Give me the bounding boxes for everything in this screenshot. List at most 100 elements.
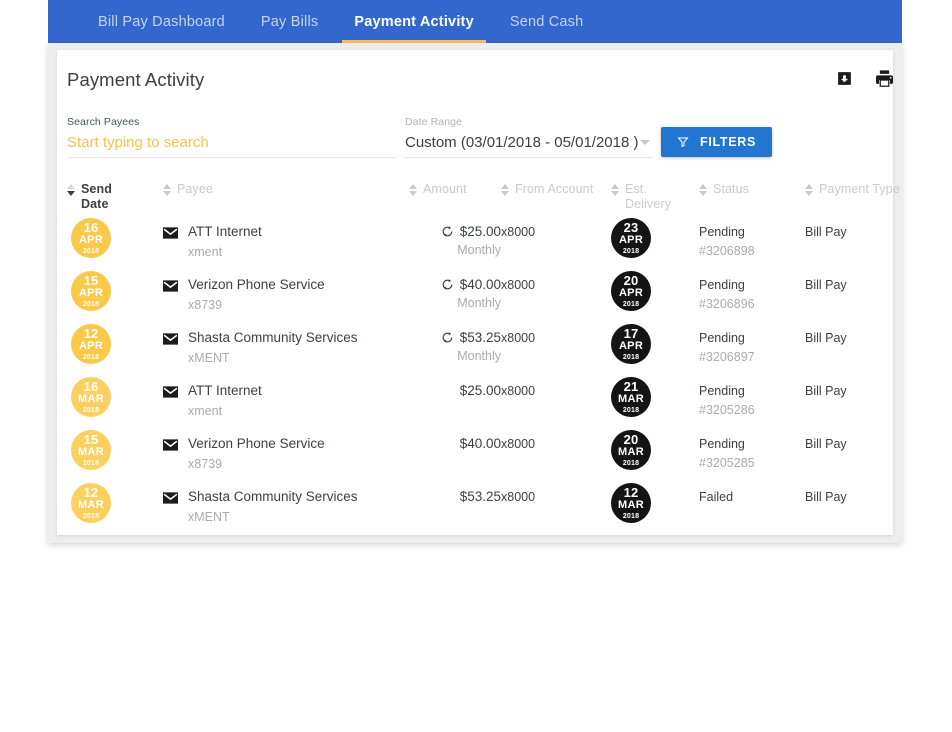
- sort-arrows-icon[interactable]: [163, 184, 171, 196]
- badge-month: APR: [618, 340, 644, 352]
- from-account-cell: x8000: [501, 214, 611, 239]
- sort-arrows-icon[interactable]: [611, 184, 619, 196]
- status-cell: Pending #3205285: [699, 426, 805, 470]
- recurring-icon: [441, 278, 454, 291]
- download-icon[interactable]: [836, 70, 853, 87]
- payee-cell: Shasta Community Services xMENT: [163, 320, 409, 366]
- from-account-value: x8000: [501, 225, 536, 239]
- table-header-row: Send Date Payee Amount From Account Est. D…: [67, 178, 900, 214]
- nav-item-pay-bills[interactable]: Pay Bills: [249, 0, 330, 43]
- date-range-field[interactable]: Date Range Custom (03/01/2018 - 05/01/20…: [405, 116, 652, 158]
- badge-day: 17: [623, 326, 639, 341]
- column-header-label: Status: [713, 182, 750, 196]
- badge-day: 12: [83, 326, 99, 341]
- status-badge: Pending: [699, 384, 745, 398]
- payment-type-value: Bill Pay: [805, 384, 847, 398]
- status-badge: Pending: [699, 278, 745, 292]
- column-header-amount[interactable]: Amount: [409, 182, 501, 197]
- badge-day: 16: [83, 379, 99, 394]
- column-header-send-date[interactable]: Send Date: [67, 182, 163, 212]
- badge-day: 12: [623, 485, 639, 500]
- badge-day: 20: [623, 432, 639, 447]
- nav-item-bill-pay-dashboard[interactable]: Bill Pay Dashboard: [86, 0, 237, 43]
- envelope-icon: [163, 332, 178, 366]
- recurring-icon: [441, 225, 454, 238]
- search-input[interactable]: Start typing to search: [67, 134, 395, 151]
- send-date-badge: 15 APR 2018: [71, 271, 111, 311]
- date-range-label: Date Range: [405, 116, 463, 128]
- amount-value: $53.25: [459, 330, 501, 345]
- search-payees-field[interactable]: Search Payees Start typing to search: [67, 116, 395, 158]
- badge-day: 20: [623, 273, 639, 288]
- sort-arrows-icon[interactable]: [409, 184, 417, 196]
- sort-arrows-icon[interactable]: [501, 184, 509, 196]
- from-account-cell: x8000: [501, 479, 611, 504]
- badge-year: 2018: [82, 248, 100, 255]
- envelope-icon: [163, 279, 178, 313]
- print-icon[interactable]: [875, 70, 894, 87]
- est-delivery-cell: 23 APR 2018: [611, 214, 699, 258]
- from-account-cell: x8000: [501, 320, 611, 345]
- payee-account: xMENT: [188, 509, 230, 524]
- from-account-cell: x8000: [501, 373, 611, 398]
- from-account-value: x8000: [501, 278, 536, 292]
- from-account-cell: x8000: [501, 267, 611, 292]
- payee-account: xment: [188, 403, 223, 418]
- filters-button[interactable]: FILTERS: [661, 127, 773, 157]
- payee-cell: ATT Internet xment: [163, 214, 409, 260]
- table-row[interactable]: 16 APR 2018 ATT Internet xment $25.00 Monthly x…: [67, 214, 883, 267]
- payment-type-value: Bill Pay: [805, 278, 847, 292]
- column-header-status[interactable]: Status: [699, 182, 805, 197]
- column-header-label: Payee: [177, 182, 213, 196]
- table-row[interactable]: 12 MAR 2018 Shasta Community Services xMENT $…: [67, 479, 883, 532]
- payment-type-value: Bill Pay: [805, 490, 847, 504]
- status-badge: Failed: [699, 490, 734, 504]
- badge-day: 16: [83, 220, 99, 235]
- sort-arrows-icon[interactable]: [699, 184, 707, 196]
- confirmation-number: #3205286: [699, 403, 755, 417]
- search-underline: [67, 157, 395, 158]
- column-header-from-account[interactable]: From Account: [501, 182, 611, 197]
- est-delivery-cell: 20 APR 2018: [611, 267, 699, 311]
- from-account-cell: x8000: [501, 426, 611, 451]
- header-actions: [836, 70, 894, 87]
- chevron-down-icon[interactable]: [640, 140, 650, 145]
- badge-day: 12: [83, 485, 99, 500]
- envelope-icon: [163, 491, 178, 525]
- sort-arrows-icon[interactable]: [805, 184, 813, 196]
- column-header-payment-type[interactable]: Payment Type: [805, 182, 915, 197]
- est-delivery-badge: 20 APR 2018: [611, 271, 651, 311]
- status-badge: Pending: [699, 225, 745, 239]
- column-header-payee[interactable]: Payee: [163, 182, 409, 197]
- date-range-value[interactable]: Custom (03/01/2018 - 05/01/2018 ): [405, 134, 638, 151]
- amount-cell: $53.25: [409, 479, 501, 504]
- column-header-est-delivery[interactable]: Est. Delivery: [611, 182, 699, 212]
- amount-frequency: Monthly: [457, 243, 501, 257]
- payment-type-value: Bill Pay: [805, 437, 847, 451]
- table-row[interactable]: 15 APR 2018 Verizon Phone Service x8739 $40.0…: [67, 267, 883, 320]
- send-date-badge: 16 APR 2018: [71, 218, 111, 258]
- table-row[interactable]: 16 MAR 2018 ATT Internet xment $25.00 x8000 21 M…: [67, 373, 883, 426]
- envelope-icon: [163, 385, 178, 419]
- badge-year: 2018: [622, 354, 640, 361]
- send-date-cell: 12 MAR 2018: [67, 479, 163, 523]
- from-account-value: x8000: [501, 384, 536, 398]
- amount-frequency: Monthly: [457, 296, 501, 310]
- payee-name: Verizon Phone Service: [188, 436, 325, 451]
- sort-arrows-icon[interactable]: [67, 184, 75, 196]
- status-badge: Pending: [699, 331, 745, 345]
- nav-item-send-cash[interactable]: Send Cash: [498, 0, 596, 43]
- payee-cell: Shasta Community Services xMENT: [163, 479, 409, 525]
- est-delivery-cell: 20 MAR 2018: [611, 426, 699, 470]
- recurring-icon: [441, 331, 454, 344]
- table-row[interactable]: 12 APR 2018 Shasta Community Services xMENT $…: [67, 320, 883, 373]
- nav-item-payment-activity[interactable]: Payment Activity: [342, 0, 486, 43]
- table-row[interactable]: 15 MAR 2018 Verizon Phone Service x8739 $40.0…: [67, 426, 883, 479]
- est-delivery-badge: 23 APR 2018: [611, 218, 651, 258]
- amount-value: $53.25: [459, 489, 501, 504]
- badge-month: MAR: [78, 499, 104, 511]
- send-date-badge: 15 MAR 2018: [71, 430, 111, 470]
- column-header-label: Est. Delivery: [625, 182, 671, 211]
- amount-value: $25.00: [459, 383, 501, 398]
- table-body: 16 APR 2018 ATT Internet xment $25.00 Monthly x…: [67, 214, 883, 532]
